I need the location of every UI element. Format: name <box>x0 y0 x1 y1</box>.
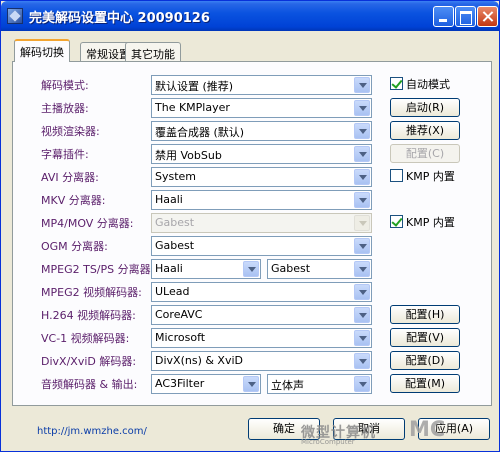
ogm-splitter-label: OGM 分离器: <box>41 240 108 253</box>
chevron-down-icon[interactable] <box>354 77 370 93</box>
ogm-splitter-select[interactable]: Gabest <box>151 236 372 256</box>
chevron-down-icon[interactable] <box>354 215 370 231</box>
vc1-config-button[interactable]: 配置(V) <box>390 328 460 347</box>
video-renderer-label: 视频渲染器: <box>41 125 100 138</box>
decode-mode-label: 解码模式: <box>41 79 89 92</box>
mpeg2-video-decoder-label: MPEG2 视频解码器: <box>41 286 142 299</box>
mpeg2-ts-ps-splitter-alt-select[interactable]: Gabest <box>267 259 372 279</box>
mpeg2-ts-ps-splitter-select[interactable]: Haali <box>151 259 261 279</box>
chevron-down-icon[interactable] <box>354 353 370 369</box>
launch-button[interactable]: 启动(R) <box>390 98 460 117</box>
mp4-kmp-builtin-checkbox[interactable] <box>390 215 403 228</box>
auto-mode-label: 自动模式 <box>406 78 450 91</box>
mp4-mov-splitter-label: MP4/MOV 分离器: <box>41 217 134 230</box>
chevron-down-icon[interactable] <box>354 169 370 185</box>
mkv-splitter-select[interactable]: Haali <box>151 190 372 210</box>
watermark-logo-text: MC <box>409 417 446 441</box>
chevron-down-icon[interactable] <box>354 146 370 162</box>
mpeg2-ts-ps-splitter-label: MPEG2 TS/PS 分离器: <box>41 263 155 276</box>
audio-decoder-select[interactable]: AC3Filter <box>151 374 261 394</box>
audio-config-button[interactable]: 配置(M) <box>390 374 460 393</box>
app-icon <box>7 8 23 24</box>
chevron-down-icon[interactable] <box>354 330 370 346</box>
audio-output-select[interactable]: 立体声 <box>267 374 372 394</box>
subtitle-plugin-label: 字幕插件: <box>41 148 89 161</box>
settings-window: 完美解码设置中心 20090126 解码切换 常规设置 其它功能 解码模式: 默… <box>0 0 500 452</box>
avi-kmp-builtin-label: KMP 内置 <box>406 170 455 183</box>
title-bar[interactable]: 完美解码设置中心 20090126 <box>1 1 499 31</box>
main-player-label: 主播放器: <box>41 102 89 115</box>
main-player-select[interactable]: The KMPlayer <box>151 98 372 118</box>
h264-decoder-select[interactable]: CoreAVC <box>151 305 372 325</box>
chevron-down-icon[interactable] <box>354 123 370 139</box>
divx-xvid-decoder-label: DivX/XviD 解码器: <box>41 355 137 368</box>
chevron-down-icon[interactable] <box>354 192 370 208</box>
window-title: 完美解码设置中心 20090126 <box>29 11 210 26</box>
avi-splitter-select[interactable]: System <box>151 167 372 187</box>
tab-other-features[interactable]: 其它功能 <box>125 42 181 62</box>
recommend-button[interactable]: 推荐(X) <box>390 121 460 140</box>
avi-splitter-label: AVI 分离器: <box>41 171 99 184</box>
chevron-down-icon[interactable] <box>354 100 370 116</box>
video-renderer-select[interactable]: 覆盖合成器 (默认) <box>151 121 372 141</box>
auto-mode-checkbox[interactable] <box>390 77 403 90</box>
mp4-kmp-builtin-label: KMP 内置 <box>406 216 455 229</box>
vc1-decoder-label: VC-1 视频解码器: <box>41 332 130 345</box>
decode-mode-select[interactable]: 默认设置 (推荐) <box>151 75 372 95</box>
magazine-watermark: 微型计算机 MicroComputer MC <box>301 417 445 446</box>
subtitle-config-button[interactable]: 配置(C) <box>390 144 460 163</box>
chevron-down-icon[interactable] <box>354 307 370 323</box>
chevron-down-icon[interactable] <box>243 261 259 277</box>
divx-xvid-decoder-select[interactable]: DivX(ns) & XviD <box>151 351 372 371</box>
chevron-down-icon[interactable] <box>354 376 370 392</box>
h264-decoder-label: H.264 视频解码器: <box>41 309 136 322</box>
close-button[interactable] <box>477 6 498 27</box>
subtitle-plugin-select[interactable]: 禁用 VobSub <box>151 144 372 164</box>
watermark-en-text: MicroComputer <box>301 438 355 446</box>
tab-decoder-switch[interactable]: 解码切换 <box>14 39 70 62</box>
chevron-down-icon[interactable] <box>354 284 370 300</box>
audio-decoder-label: 音频解码器 & 输出: <box>41 378 138 391</box>
h264-config-button[interactable]: 配置(H) <box>390 305 460 324</box>
mkv-splitter-label: MKV 分离器: <box>41 194 106 207</box>
vc1-decoder-select[interactable]: Microsoft <box>151 328 372 348</box>
website-link[interactable]: http://jm.wmzhe.com/ <box>37 426 147 437</box>
minimize-button[interactable] <box>433 6 454 27</box>
mp4-mov-splitter-select[interactable]: Gabest <box>151 213 372 233</box>
maximize-button[interactable] <box>455 6 476 27</box>
avi-kmp-builtin-checkbox[interactable] <box>390 169 403 182</box>
mpeg2-video-decoder-select[interactable]: ULead <box>151 282 372 302</box>
chevron-down-icon[interactable] <box>354 238 370 254</box>
chevron-down-icon[interactable] <box>354 261 370 277</box>
chevron-down-icon[interactable] <box>243 376 259 392</box>
divx-config-button[interactable]: 配置(D) <box>390 351 460 370</box>
